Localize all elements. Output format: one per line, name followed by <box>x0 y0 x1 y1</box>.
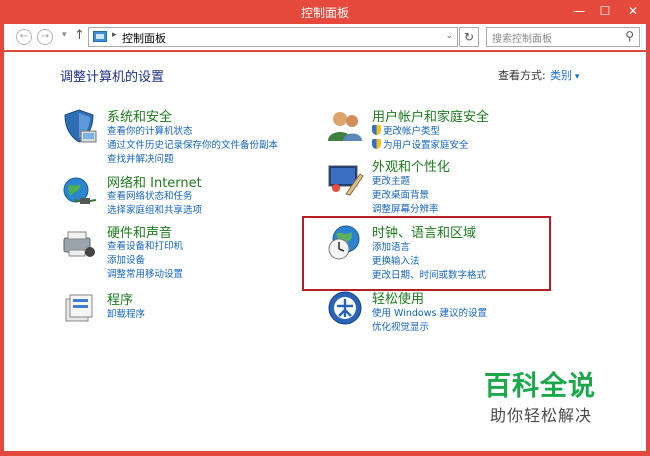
link-view-computer-status[interactable]: 查看你的计算机状态 <box>107 123 193 137</box>
watermark-subtitle: 助你轻松解决 <box>490 406 593 425</box>
link-recommended-settings[interactable]: 使用 Windows 建议的设置 <box>372 305 487 319</box>
link-find-fix-problems[interactable]: 查找并解决问题 <box>107 151 174 165</box>
link-mobility-settings[interactable]: 调整常用移动设置 <box>107 266 183 280</box>
link-add-device[interactable]: 添加设备 <box>107 252 145 266</box>
link-desktop-background[interactable]: 更改桌面背景 <box>372 187 429 201</box>
network-icon[interactable] <box>60 174 98 212</box>
link-family-safety[interactable]: 为用户设置家庭安全 <box>372 137 469 151</box>
close-button[interactable]: ✕ <box>618 0 648 22</box>
watermark-title: 百科全说 <box>484 371 596 402</box>
link-change-theme[interactable]: 更改主题 <box>372 173 410 187</box>
control-panel-icon <box>93 31 107 42</box>
link-view-network-status[interactable]: 查看网络状态和任务 <box>107 188 193 202</box>
recent-locations-dropdown-icon[interactable]: ▾ <box>62 30 67 40</box>
uac-shield-icon <box>372 125 381 135</box>
title-bar: 控制面板 — ☐ ✕ <box>0 0 650 24</box>
maximize-button[interactable]: ☐ <box>592 0 618 22</box>
back-button[interactable]: ← <box>16 29 32 45</box>
window-title: 控制面板 <box>300 6 349 20</box>
main-content: 调整计算机的设置 查看方式: 类别 系统和安全 查看你的计算机状态 通过文件历史… <box>4 52 646 451</box>
view-by-label: 查看方式: <box>498 69 546 82</box>
link-file-history-backup[interactable]: 通过文件历史记录保存你的文件备份副本 <box>107 137 278 151</box>
address-field[interactable]: ▸ 控制面板 ⌄ <box>88 27 458 47</box>
address-toolbar: ← → ▾ ↑ ▸ 控制面板 ⌄ ↻ 搜索控制面板 ⚲ <box>4 24 646 50</box>
forward-button[interactable]: → <box>37 29 53 45</box>
minimize-button[interactable]: — <box>566 0 592 22</box>
breadcrumb-separator-icon[interactable]: ▸ <box>112 30 117 40</box>
ease-of-access-icon[interactable] <box>326 289 364 327</box>
refresh-button[interactable]: ↻ <box>459 27 479 47</box>
address-dropdown-icon[interactable]: ⌄ <box>445 31 453 41</box>
search-icon[interactable]: ⚲ <box>625 29 634 43</box>
programs-icon[interactable] <box>60 289 98 327</box>
uac-shield-icon <box>372 139 381 149</box>
hardware-sound-icon[interactable] <box>60 224 98 262</box>
link-change-account-type[interactable]: 更改帐户类型 <box>372 123 440 137</box>
system-security-icon[interactable] <box>60 107 98 145</box>
link-homegroup-sharing[interactable]: 选择家庭组和共享选项 <box>107 202 202 216</box>
user-accounts-icon[interactable] <box>326 107 364 145</box>
breadcrumb-control-panel[interactable]: 控制面板 <box>122 30 166 46</box>
highlight-box <box>302 216 551 291</box>
page-title: 调整计算机的设置 <box>60 70 165 85</box>
up-button[interactable]: ↑ <box>74 28 85 43</box>
link-uninstall-program[interactable]: 卸载程序 <box>107 306 145 320</box>
view-by-dropdown[interactable]: 类别 <box>550 67 579 83</box>
link-screen-resolution[interactable]: 调整屏幕分辨率 <box>372 201 439 215</box>
link-optimize-visual-display[interactable]: 优化视觉显示 <box>372 319 429 333</box>
search-placeholder: 搜索控制面板 <box>492 34 552 45</box>
link-devices-printers[interactable]: 查看设备和打印机 <box>107 238 183 252</box>
appearance-icon[interactable] <box>326 160 364 198</box>
search-input[interactable]: 搜索控制面板 ⚲ <box>486 27 640 47</box>
